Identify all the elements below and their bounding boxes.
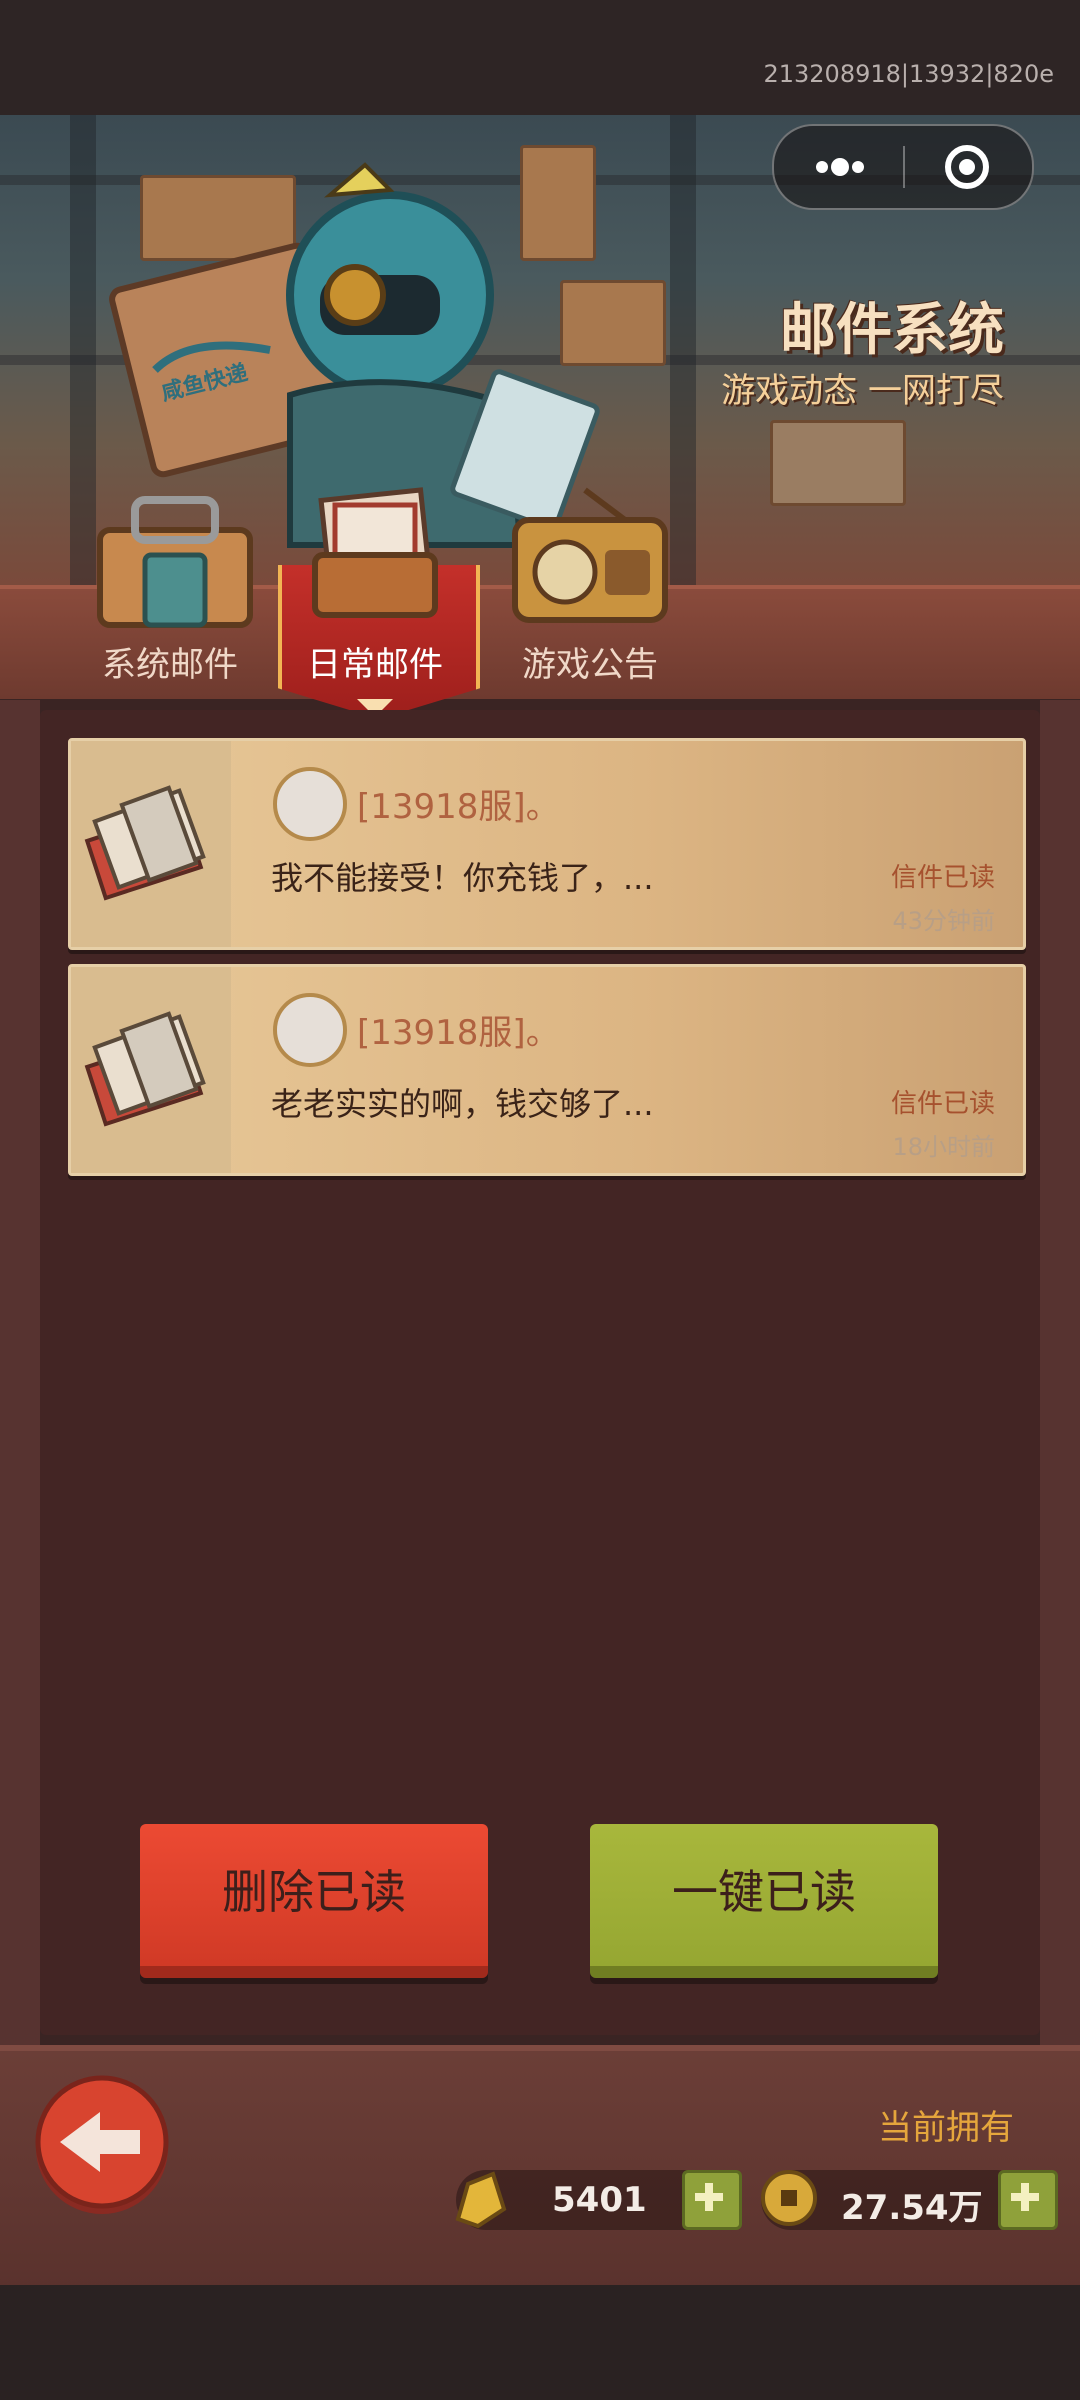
add-coin-button[interactable]: [998, 2170, 1058, 2230]
avatar: [273, 993, 347, 1067]
tab-game-announcement[interactable]: 游戏公告: [480, 487, 700, 695]
coin-pill: 27.54万: [761, 2170, 1026, 2230]
tab-label: 系统邮件: [102, 645, 238, 685]
close-target-icon[interactable]: [944, 144, 990, 190]
mail-icon-cell: [71, 967, 231, 1173]
tab-system-mail[interactable]: 系统邮件: [60, 496, 280, 695]
mark-all-read-button[interactable]: 一键已读: [590, 1824, 938, 1978]
mail-screen: 213208918|13932|820e 咸鱼快递 邮件系统 游戏动态 一网打尽: [0, 0, 1080, 2400]
build-id: 213208918|13932|820e: [763, 60, 1054, 88]
bottom-system-area: [0, 2285, 1080, 2400]
mail-read-status: 信件已读: [890, 1089, 995, 1119]
radio-icon: [512, 487, 668, 623]
shelf-box: [770, 420, 906, 506]
tab-label: 日常邮件: [307, 645, 443, 685]
letter-stack-icon: [84, 1011, 206, 1127]
capsule-divider: [903, 146, 905, 188]
mini-program-capsule: [772, 124, 1034, 210]
letter-stack-icon: [84, 785, 206, 901]
mail-item[interactable]: [13918服]。 我不能接受！你充钱了，... 信件已读 43分钟前: [68, 738, 1026, 950]
back-arrow-icon[interactable]: [30, 2072, 174, 2216]
plus-icon: [695, 2183, 723, 2211]
panel-frame: [0, 700, 40, 2045]
plus-icon: [1011, 2183, 1039, 2211]
banner-subtitle: 游戏动态 一网打尽: [721, 371, 1004, 411]
mail-icon-cell: [71, 741, 231, 947]
tab-daily-mail[interactable]: 日常邮件: [270, 487, 480, 717]
avatar: [273, 767, 347, 841]
tab-label: 游戏公告: [522, 645, 658, 685]
mail-tray-icon: [312, 487, 438, 618]
gold-ingot-amount: 5401: [552, 2180, 647, 2220]
owned-label: 当前拥有: [878, 2108, 1014, 2148]
mail-preview: 老老实实的啊，钱交够了...: [271, 1085, 654, 1123]
panel-frame: [1040, 700, 1080, 2045]
mail-preview: 我不能接受！你充钱了，...: [271, 859, 654, 897]
mail-time: 18小时前: [892, 1133, 995, 1161]
briefcase-icon: [97, 496, 253, 628]
mail-sender: [13918服]。: [357, 1013, 560, 1053]
more-icon[interactable]: [810, 148, 870, 186]
mail-sender: [13918服]。: [357, 787, 560, 827]
delete-read-button[interactable]: 删除已读: [140, 1824, 488, 1978]
banner-title: 邮件系统: [780, 298, 1004, 363]
add-gold-ingot-button[interactable]: [682, 2170, 742, 2230]
mail-time: 43分钟前: [892, 907, 995, 935]
coin-icon: [761, 2170, 817, 2226]
coin-amount: 27.54万: [841, 2188, 983, 2228]
currency-row: 5401 27.54万: [455, 2170, 1058, 2230]
mail-item[interactable]: [13918服]。 老老实实的啊，钱交够了... 信件已读 18小时前: [68, 964, 1026, 1176]
gold-ingot-icon: [455, 2171, 507, 2229]
top-bar: 213208918|13932|820e: [0, 0, 1080, 115]
mail-read-status: 信件已读: [890, 863, 995, 893]
